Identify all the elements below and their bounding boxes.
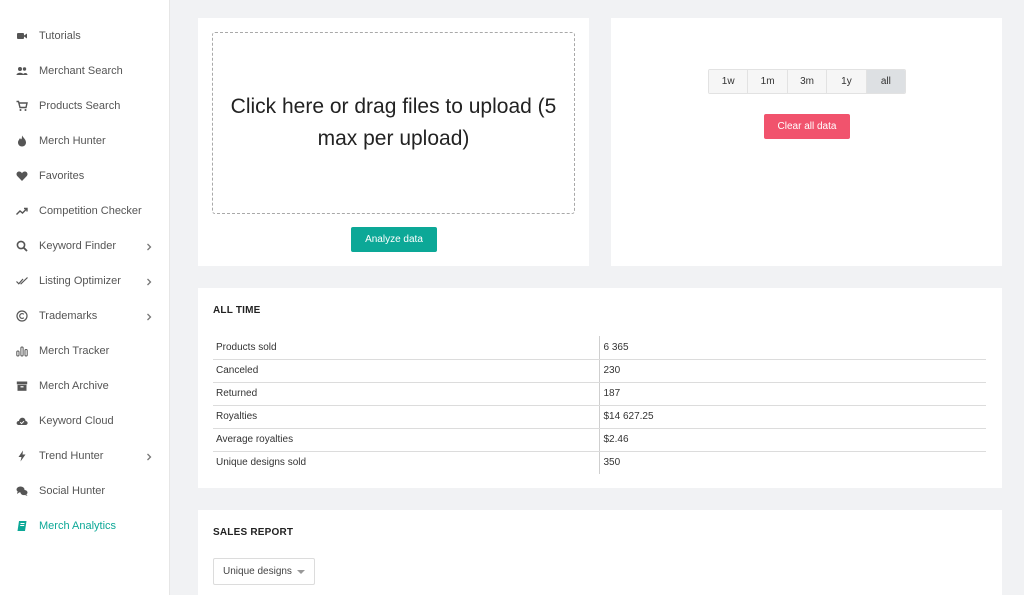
sidebar-item-tutorials[interactable]: Tutorials (0, 21, 170, 51)
range-1w-button[interactable]: 1w (709, 70, 749, 93)
archive-box-icon (16, 380, 28, 392)
sidebar-item-label: Social Hunter (39, 485, 106, 497)
stat-label: Returned (213, 382, 600, 406)
stat-value: 350 (603, 457, 621, 469)
table-row: Royalties $14 627.25 (213, 405, 986, 429)
all-time-card: ALL TIME Products sold 6 365 Canceled 23… (198, 288, 1002, 488)
stat-value: 6 365 (599, 336, 986, 360)
sidebar: Tutorials Merchant Search Products Searc… (0, 0, 170, 595)
date-range-card: 1w 1m 3m 1y all Clear all data (611, 18, 1002, 266)
sidebar-item-trademarks[interactable]: Trademarks (0, 301, 170, 331)
bar-chart-icon (16, 345, 28, 357)
sales-report-title: SALES REPORT (213, 527, 294, 538)
range-1y-button[interactable]: 1y (827, 70, 867, 93)
double-check-icon (16, 275, 28, 287)
select-value: Unique designs (223, 566, 292, 577)
sidebar-item-favorites[interactable]: Favorites (0, 161, 170, 191)
users-icon (16, 65, 28, 77)
sidebar-item-label: Trademarks (39, 310, 98, 322)
flame-icon (16, 135, 28, 147)
stat-label: Royalties (213, 405, 600, 429)
chevron-right-icon (145, 310, 153, 322)
stat-label: Products sold (213, 336, 600, 360)
chevron-right-icon (145, 275, 153, 287)
sidebar-item-label: Merchant Search (39, 65, 123, 77)
sidebar-item-listing-optimizer[interactable]: Listing Optimizer (0, 266, 170, 296)
sidebar-item-label: Products Search (39, 100, 121, 112)
report-type-select[interactable]: Unique designs (213, 558, 315, 585)
cart-icon (16, 100, 28, 112)
table-row: Products sold 6 365 (213, 336, 986, 360)
sidebar-item-label: Listing Optimizer (39, 275, 121, 287)
table-row: Canceled 230 (213, 359, 986, 383)
search-icon (16, 240, 28, 252)
table-row: Unique designs sold 350 (213, 451, 986, 474)
book-icon (16, 520, 28, 532)
range-3m-button[interactable]: 3m (787, 70, 828, 93)
all-time-table: Products sold 6 365 Canceled 230 Returne… (213, 336, 986, 474)
video-camera-icon (16, 30, 28, 42)
range-all-button[interactable]: all (866, 70, 905, 93)
sidebar-item-label: Trend Hunter (39, 450, 104, 462)
stat-value: $14 627.25 (599, 405, 986, 429)
sidebar-item-merch-tracker[interactable]: Merch Tracker (0, 336, 170, 366)
clear-all-data-button[interactable]: Clear all data (764, 114, 850, 139)
stat-value: 187 (599, 382, 986, 406)
sidebar-item-label: Merch Tracker (39, 345, 110, 357)
file-dropzone[interactable]: Click here or drag files to upload (5 ma… (212, 32, 575, 214)
sidebar-item-label: Favorites (39, 170, 85, 182)
upload-card: Click here or drag files to upload (5 ma… (198, 18, 589, 266)
sidebar-item-products-search[interactable]: Products Search (0, 91, 170, 121)
chevron-right-icon (145, 240, 153, 252)
all-time-title: ALL TIME (213, 305, 261, 316)
sidebar-item-merchant-search[interactable]: Merchant Search (0, 56, 170, 86)
sidebar-item-trend-hunter[interactable]: Trend Hunter (0, 441, 170, 471)
range-1m-button[interactable]: 1m (748, 70, 788, 93)
sidebar-item-merch-hunter[interactable]: Merch Hunter (0, 126, 170, 156)
heart-icon (16, 170, 28, 182)
stat-value: $2.46 (599, 428, 986, 452)
sidebar-item-competition-checker[interactable]: Competition Checker (0, 196, 170, 226)
cloud-icon (16, 415, 28, 427)
stat-label: Average royalties (213, 428, 600, 452)
sidebar-item-merch-analytics[interactable]: Merch Analytics (0, 511, 170, 541)
stat-label: Canceled (213, 359, 600, 383)
chevron-right-icon (145, 450, 153, 462)
analyze-data-button[interactable]: Analyze data (351, 227, 437, 252)
lightning-icon (16, 450, 28, 462)
chat-bubbles-icon (16, 485, 28, 497)
copyright-icon (16, 310, 28, 322)
sidebar-item-label: Merch Hunter (39, 135, 106, 147)
sidebar-item-label: Merch Analytics (39, 520, 117, 532)
trend-line-icon (16, 205, 28, 217)
sidebar-item-keyword-finder[interactable]: Keyword Finder (0, 231, 170, 261)
caret-down-icon (297, 570, 305, 574)
sidebar-item-label: Tutorials (39, 30, 81, 42)
stat-value: 230 (599, 359, 986, 383)
date-range-toggle: 1w 1m 3m 1y all (708, 69, 906, 94)
sidebar-item-label: Merch Archive (39, 380, 109, 392)
sales-report-card: SALES REPORT Unique designs (198, 510, 1002, 595)
dropzone-text: Click here or drag files to upload (5 ma… (230, 95, 557, 150)
sidebar-item-social-hunter[interactable]: Social Hunter (0, 476, 170, 506)
table-row: Average royalties $2.46 (213, 428, 986, 452)
sidebar-item-label: Competition Checker (39, 205, 142, 217)
sidebar-item-keyword-cloud[interactable]: Keyword Cloud (0, 406, 170, 436)
table-row: Returned 187 (213, 382, 986, 406)
sidebar-item-label: Keyword Cloud (39, 415, 114, 427)
stat-label: Unique designs sold (213, 451, 600, 474)
sidebar-item-label: Keyword Finder (39, 240, 117, 252)
sidebar-item-merch-archive[interactable]: Merch Archive (0, 371, 170, 401)
